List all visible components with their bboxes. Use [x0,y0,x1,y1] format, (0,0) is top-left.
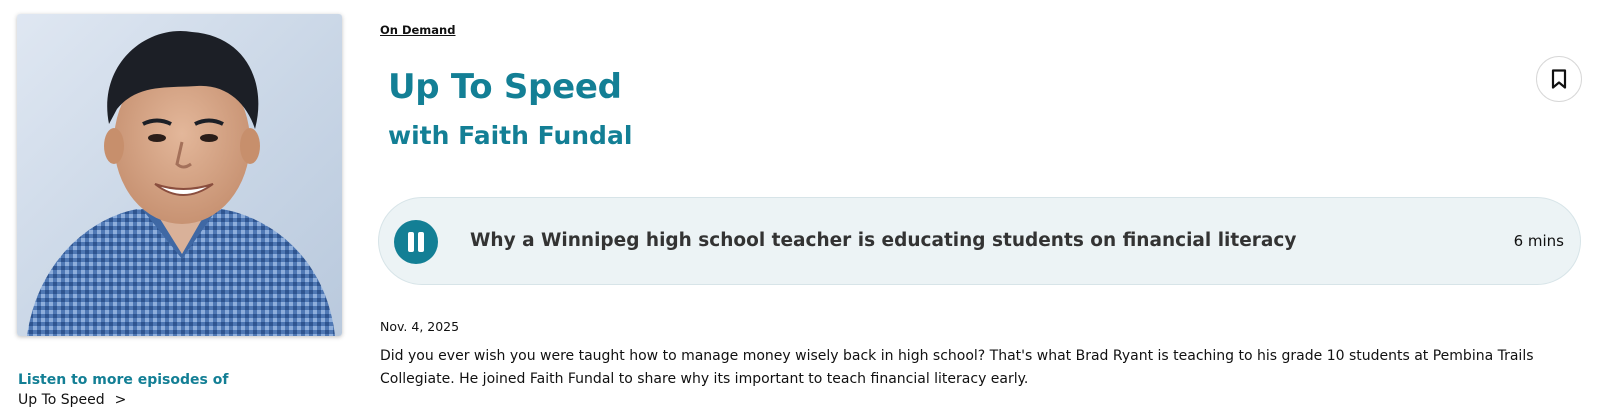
bookmark-button[interactable] [1536,56,1582,102]
audio-player: Why a Winnipeg high school teacher is ed… [378,197,1581,285]
episode-description: Did you ever wish you were taught how to… [380,348,1534,387]
chevron-right-icon: > [114,392,127,408]
pause-icon [408,232,424,252]
episode-page: Listen to more episodes of Up To Speed >… [0,0,1600,409]
episode-date: Nov. 4, 2025 [380,319,460,334]
host-photo [17,14,342,336]
pause-button[interactable] [394,220,438,264]
episode-title: Why a Winnipeg high school teacher is ed… [470,230,1297,251]
more-episodes-link[interactable]: Up To Speed > [18,390,338,409]
more-episodes-section: Listen to more episodes of Up To Speed > [18,370,338,409]
bookmark-icon [1551,69,1567,89]
more-episodes-label: Listen to more episodes of [18,372,229,388]
breadcrumb-on-demand[interactable]: On Demand [380,23,455,37]
more-episodes-show-name: Up To Speed [18,392,105,408]
show-title: Up To Speed [388,67,622,107]
show-subtitle: with Faith Fundal [388,121,633,150]
episode-duration: 6 mins [1513,232,1564,250]
